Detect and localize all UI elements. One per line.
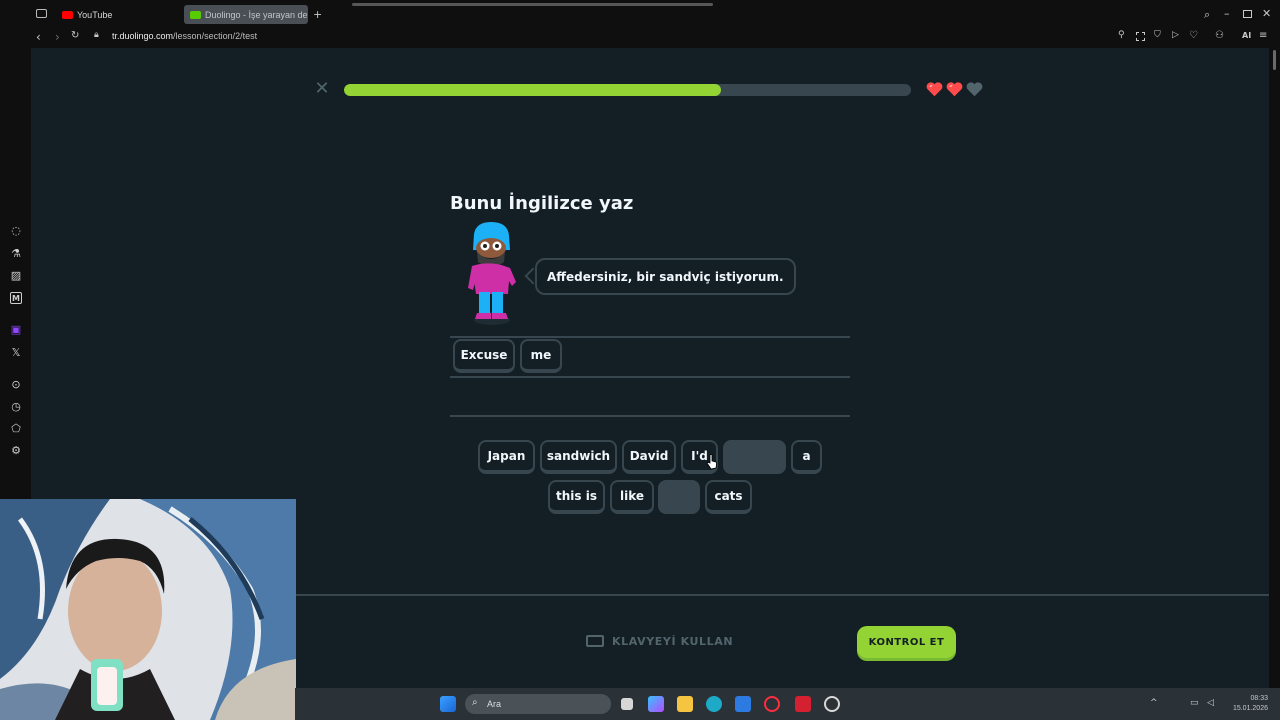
heart-icon-full [946, 82, 963, 97]
check-button-label: KONTROL ET [868, 636, 945, 648]
crypto-wallet-icon[interactable]: ⚗ [10, 248, 22, 260]
chip-label: Japan [487, 449, 526, 463]
scrollbar-thumb[interactable] [1273, 50, 1276, 70]
use-keyboard-label: KLAVYEYİ KULLAN [612, 634, 734, 648]
edge-icon[interactable] [706, 696, 722, 712]
lesson-progress-bar [344, 84, 911, 96]
word-bank-chip-used [658, 480, 700, 514]
answer-line-top [450, 336, 850, 338]
check-button[interactable]: KONTROL ET [857, 626, 956, 658]
search-icon[interactable]: ⌕ [1204, 9, 1210, 20]
answer-line-bottom [450, 415, 850, 417]
chip-label: Excuse [460, 348, 508, 362]
chip-label: a [802, 449, 811, 463]
back-icon[interactable]: ‹ [36, 31, 41, 43]
close-window-icon[interactable]: ✕ [1262, 8, 1271, 19]
webcam-overlay [0, 499, 296, 720]
answer-word-chip[interactable]: me [520, 339, 562, 373]
menu-icon[interactable]: ≡ [1259, 31, 1267, 41]
player-icon[interactable]: ⊙ [10, 379, 22, 391]
snapshot-icon[interactable] [1136, 32, 1145, 41]
character-illustration [468, 222, 516, 325]
word-bank-chip[interactable]: sandwich [540, 440, 617, 474]
taskbar-search-text: Ara [487, 699, 502, 709]
answer-line-middle [450, 376, 850, 378]
speech-bubble[interactable]: Affedersiniz, bir sandviç istiyorum. [535, 258, 796, 295]
taskbar-date: 15.01.2026 [1232, 705, 1268, 712]
progress-shine [352, 3, 714, 6]
prompt-sentence: Affedersiniz, bir sandviç istiyorum. [547, 269, 784, 284]
word-bank-chip[interactable]: Japan [478, 440, 535, 474]
minimize-icon[interactable]: – [1224, 8, 1230, 19]
heart-outline-icon[interactable]: ♡ [1189, 31, 1198, 41]
gallery-icon[interactable]: ▨ [10, 270, 22, 282]
chip-label: like [619, 489, 645, 503]
play-icon[interactable]: ▷ [1172, 31, 1179, 40]
keyboard-icon [586, 635, 604, 647]
github-desktop-icon[interactable] [824, 696, 840, 712]
tab-label: Duolingo - İşe yarayan der [205, 9, 308, 20]
twitch-icon[interactable]: ▣ [10, 324, 22, 336]
address-url[interactable]: tr.duolingo.com/lesson/section/2/test [112, 31, 257, 41]
file-explorer-icon[interactable] [677, 696, 693, 712]
settings-icon[interactable]: ⚙ [10, 445, 22, 457]
word-bank-chip[interactable]: David [622, 440, 676, 474]
tray-volume-icon[interactable]: ◁ [1207, 698, 1214, 708]
tray-network-icon[interactable]: ▭ [1190, 698, 1199, 708]
close-icon[interactable]: ✕ [314, 80, 330, 98]
extensions-icon[interactable]: ⬠ [10, 423, 22, 435]
messenger-icon[interactable]: M [10, 292, 22, 304]
word-bank-chip-used [723, 440, 786, 474]
store-icon[interactable] [735, 696, 751, 712]
tab-duolingo[interactable]: Duolingo - İşe yarayan der [184, 5, 308, 24]
forward-icon[interactable]: › [55, 31, 60, 43]
scrollbar-track[interactable] [1269, 48, 1280, 690]
shield-icon[interactable]: ⛉ [1154, 31, 1161, 40]
heart-icon-full [926, 82, 943, 97]
plus-icon[interactable]: + [313, 9, 322, 20]
profile-icon[interactable]: ⚇ [1215, 31, 1224, 41]
mouse-pointer-icon [706, 454, 717, 470]
task-view-icon[interactable] [621, 698, 633, 710]
lesson-progress-fill [344, 84, 722, 96]
url-path: /lesson/section/2/test [173, 31, 258, 41]
chip-label: this is [556, 489, 597, 503]
ai-label[interactable]: AI [1242, 32, 1251, 40]
taskbar-time: 08:33 [1250, 695, 1268, 702]
duolingo-icon [190, 10, 201, 19]
x-twitter-icon[interactable]: 𝕏 [10, 347, 22, 359]
taskbar-search-icon: ⌕ [472, 697, 478, 708]
restore-icon[interactable] [1243, 10, 1252, 18]
footer-divider [296, 594, 1269, 596]
url-host: tr.duolingo.com [112, 31, 174, 41]
word-bank-chip[interactable]: a [791, 440, 822, 474]
word-bank-chip[interactable]: this is [548, 480, 605, 514]
taskbar-search[interactable]: Ara [465, 694, 611, 714]
chip-label: me [530, 348, 552, 362]
word-bank-chip[interactable]: like [610, 480, 654, 514]
taskbar-clock[interactable]: 08:33 15.01.2026 [1228, 694, 1268, 714]
answer-word-chip[interactable]: Excuse [453, 339, 515, 373]
copilot-icon[interactable] [648, 696, 664, 712]
lock-icon: 🔒︎ [94, 30, 99, 40]
reload-icon[interactable]: ↻ [71, 31, 79, 41]
word-bank-chip[interactable]: cats [705, 480, 752, 514]
opera-taskbar-icon[interactable] [764, 696, 780, 712]
aria-icon[interactable]: ◌ [10, 225, 22, 237]
use-keyboard-button[interactable]: KLAVYEYİ KULLAN [586, 633, 733, 649]
heart-icon-empty [966, 82, 983, 97]
windows-start-icon[interactable] [440, 696, 456, 712]
workspaces-icon[interactable] [36, 9, 47, 18]
challenge-title: Bunu İngilizce yaz [450, 193, 634, 214]
tab-youtube[interactable]: YouTube [56, 5, 178, 24]
chip-label: sandwich [546, 449, 611, 463]
chip-label: cats [714, 489, 743, 503]
recording-app-icon[interactable] [795, 696, 811, 712]
tray-chevron-icon[interactable]: ^ [1150, 698, 1158, 708]
pin-icon[interactable]: ⚲ [1118, 31, 1125, 40]
youtube-icon [62, 10, 73, 19]
tab-label: YouTube [77, 9, 113, 20]
chip-label: David [629, 449, 669, 463]
history-icon[interactable]: ◷ [10, 401, 22, 413]
